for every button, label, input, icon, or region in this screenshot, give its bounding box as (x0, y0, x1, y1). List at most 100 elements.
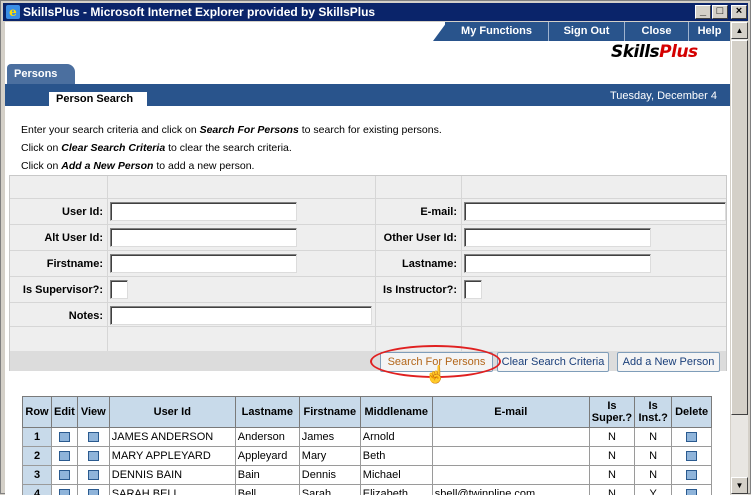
instruction-line-2: Click on Clear Search Criteria to clear … (21, 142, 292, 154)
cell-firstname: Dennis (299, 466, 360, 485)
close-window-icon[interactable]: × (731, 5, 747, 19)
edit-icon[interactable] (52, 428, 78, 447)
is-supervisor-input[interactable] (110, 280, 128, 299)
view-icon[interactable] (77, 428, 109, 447)
cell-firstname: Mary (299, 447, 360, 466)
edit-icon[interactable] (52, 447, 78, 466)
view-icon[interactable] (77, 447, 109, 466)
instruction-line-3: Click on Add a New Person to add a new p… (21, 160, 254, 172)
other-user-id-input[interactable] (464, 228, 651, 247)
add-new-person-button[interactable]: Add a New Person (617, 352, 720, 372)
notes-label: Notes: (10, 310, 103, 322)
row-number: 1 (23, 428, 52, 447)
view-icon[interactable] (77, 485, 109, 495)
col-is-super[interactable]: IsSuper.? (589, 397, 634, 428)
table-row: 3 DENNIS BAIN Bain Dennis Michael N N (23, 466, 712, 485)
col-view: View (77, 397, 109, 428)
maximize-icon[interactable]: □ (712, 5, 728, 19)
divider (10, 198, 726, 199)
scroll-thumb[interactable] (731, 40, 748, 415)
tab-persons[interactable]: Persons (7, 64, 75, 84)
col-middlename[interactable]: Middlename (360, 397, 432, 428)
divider (10, 224, 726, 225)
table-row: 1 JAMES ANDERSON Anderson James Arnold N… (23, 428, 712, 447)
results-table: Row Edit View User Id Lastname Firstname… (22, 396, 712, 495)
is-instructor-input[interactable] (464, 280, 482, 299)
col-user-id[interactable]: User Id (109, 397, 235, 428)
cell-is-inst: N (635, 466, 672, 485)
current-date: Tuesday, December 4 (565, 90, 717, 102)
search-form: User Id: Alt User Id: Firstname: Is Supe… (9, 175, 727, 371)
firstname-label: Firstname: (10, 258, 103, 270)
scroll-down-icon[interactable]: ▼ (731, 477, 748, 494)
col-lastname[interactable]: Lastname (235, 397, 299, 428)
col-firstname[interactable]: Firstname (299, 397, 360, 428)
divider (10, 302, 726, 303)
table-header-row: Row Edit View User Id Lastname Firstname… (23, 397, 712, 428)
divider (10, 326, 726, 327)
cell-is-inst: N (635, 447, 672, 466)
cell-is-super: N (589, 466, 634, 485)
cell-email[interactable]: sbell@twinpline.com (432, 485, 589, 495)
lastname-label: Lastname: (376, 258, 457, 270)
cell-middlename: Arnold (360, 428, 432, 447)
lastname-input[interactable] (464, 254, 651, 273)
clear-search-criteria-button[interactable]: Clear Search Criteria (497, 352, 609, 372)
title-bar: e SkillsPlus - Microsoft Internet Explor… (3, 3, 748, 21)
vertical-scrollbar[interactable]: ▲ ▼ (730, 22, 748, 495)
hand-cursor-icon: ☝ (425, 365, 446, 385)
delete-icon[interactable] (672, 428, 712, 447)
instruction-line-1: Enter your search criteria and click on … (21, 124, 442, 136)
user-id-label: User Id: (10, 206, 103, 218)
scroll-up-icon[interactable]: ▲ (731, 22, 748, 39)
col-row: Row (23, 397, 52, 428)
row-number: 3 (23, 466, 52, 485)
email-label: E-mail: (376, 206, 457, 218)
edit-icon[interactable] (52, 485, 78, 495)
window-title: SkillsPlus - Microsoft Internet Explorer… (23, 5, 375, 19)
delete-icon[interactable] (672, 466, 712, 485)
cell-user-id: MARY APPLEYARD (109, 447, 235, 466)
other-user-id-label: Other User Id: (370, 232, 457, 244)
col-delete: Delete (672, 397, 712, 428)
top-navigation: My Functions Sign Out Close Help (5, 22, 730, 42)
cell-email[interactable] (432, 447, 589, 466)
cell-firstname: James (299, 428, 360, 447)
cell-middlename: Beth (360, 447, 432, 466)
user-id-input[interactable] (110, 202, 297, 221)
view-icon[interactable] (77, 466, 109, 485)
row-number: 2 (23, 447, 52, 466)
edit-icon[interactable] (52, 466, 78, 485)
notes-input[interactable] (110, 306, 372, 325)
cell-is-inst: N (635, 428, 672, 447)
close-link[interactable]: Close (624, 22, 688, 41)
sign-out-link[interactable]: Sign Out (548, 22, 624, 41)
is-supervisor-label: Is Supervisor?: (10, 284, 103, 296)
table-row: 4 SARAH BELL Bell Sarah Elizabeth sbell@… (23, 485, 712, 495)
table-row: 2 MARY APPLEYARD Appleyard Mary Beth N N (23, 447, 712, 466)
minimize-icon[interactable]: _ (695, 5, 711, 19)
tab-person-search[interactable]: Person Search (49, 92, 147, 107)
divider (10, 276, 726, 277)
cell-is-super: N (589, 447, 634, 466)
cell-lastname: Anderson (235, 428, 299, 447)
firstname-input[interactable] (110, 254, 297, 273)
cell-is-super: N (589, 428, 634, 447)
col-is-inst[interactable]: IsInst.? (635, 397, 672, 428)
cell-user-id: JAMES ANDERSON (109, 428, 235, 447)
delete-icon[interactable] (672, 447, 712, 466)
cell-lastname: Appleyard (235, 447, 299, 466)
cell-email[interactable] (432, 428, 589, 447)
email-input[interactable] (464, 202, 726, 221)
col-edit: Edit (52, 397, 78, 428)
help-link[interactable]: Help (688, 22, 730, 41)
my-functions-link[interactable]: My Functions (445, 22, 548, 41)
cell-lastname: Bain (235, 466, 299, 485)
is-instructor-label: Is Instructor?: (370, 284, 457, 296)
divider (461, 176, 462, 351)
delete-icon[interactable] (672, 485, 712, 495)
cell-email[interactable] (432, 466, 589, 485)
alt-user-id-input[interactable] (110, 228, 297, 247)
col-email[interactable]: E-mail (432, 397, 589, 428)
cell-is-super: N (589, 485, 634, 495)
